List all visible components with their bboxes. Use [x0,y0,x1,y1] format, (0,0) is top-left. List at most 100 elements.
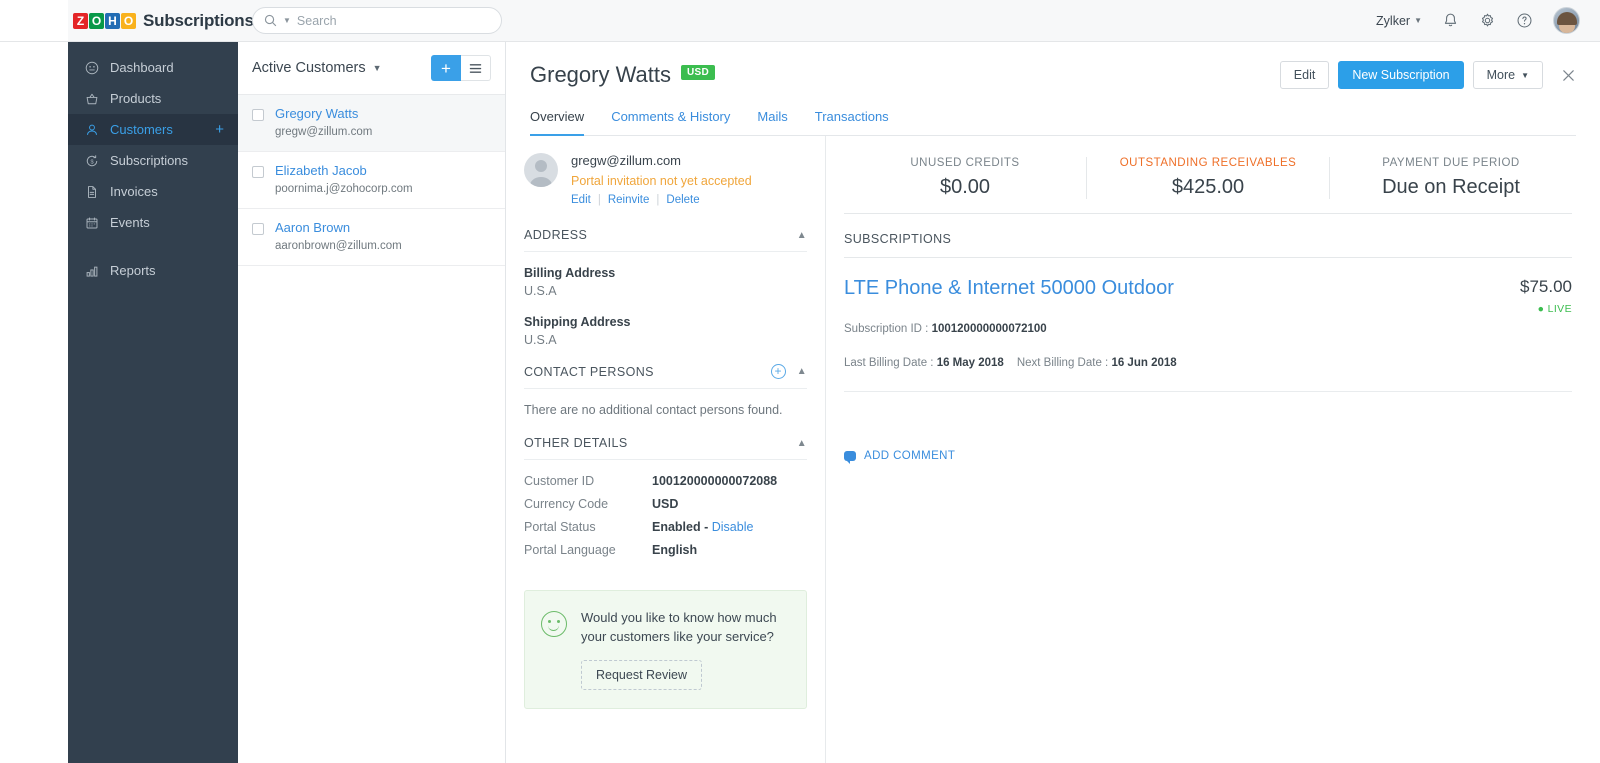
row-checkbox[interactable] [252,223,264,235]
stat-value: $425.00 [1171,176,1245,198]
add-comment-label: ADD COMMENT [864,450,956,462]
customer-filter-dropdown[interactable]: Active Customers ▼ [252,60,382,76]
chevron-up-icon[interactable]: ▲ [797,230,807,241]
search-input[interactable]: ▼ Search [252,7,502,34]
customer-email: gregw@zillum.com [275,126,373,138]
sidebar-item-events[interactable]: Events [68,207,238,238]
request-review-button[interactable]: Request Review [581,659,703,690]
chevron-down-icon: ▼ [1414,16,1422,25]
body-row: Dashboard Products Customers + $ Subscri… [0,42,1600,763]
chevron-up-icon[interactable]: ▲ [797,366,807,377]
gear-icon[interactable] [1479,12,1496,29]
stats-bar: UNUSED CREDITS $0.00 OUTSTANDING RECEIVA… [844,153,1572,213]
sidebar-label-customers: Customers [110,122,173,137]
customer-list-item[interactable]: Elizabeth Jacob poornima.j@zohocorp.com [238,152,505,209]
add-customer-button[interactable]: + [431,55,461,81]
last-billing-label: Last Billing Date : [844,357,937,369]
next-billing-label: Next Billing Date : [1016,357,1112,369]
add-contact-person-icon[interactable]: + [770,364,786,379]
customer-name[interactable]: Aaron Brown [275,220,402,235]
topbar-right: Zylker ▼ [1376,7,1600,34]
row-checkbox[interactable] [252,166,264,178]
avatar[interactable] [1553,7,1580,34]
more-button-label: More [1486,68,1516,82]
logo-letter-h: H [105,12,120,29]
comment-bubble-icon [844,451,856,464]
field-value: Enabled - Disable [652,520,753,534]
basket-icon [84,92,99,106]
chevron-down-icon: ▼ [372,63,382,73]
status-label: LIVE [1547,303,1572,315]
close-button[interactable] [1561,68,1576,83]
tab-mails[interactable]: Mails [757,109,787,136]
add-customer-icon[interactable]: + [215,122,224,137]
customer-name[interactable]: Elizabeth Jacob [275,163,413,178]
org-switcher[interactable]: Zylker ▼ [1376,14,1422,28]
subscription-id-label: Subscription ID : [844,323,932,335]
customer-email: aaronbrown@zillum.com [275,240,402,252]
detail-row-currency-code: Currency Code USD [524,497,807,511]
tab-overview[interactable]: Overview [530,109,585,136]
sidebar-label-dashboard: Dashboard [110,60,174,75]
address-section-title: ADDRESS [524,228,588,242]
new-subscription-button[interactable]: New Subscription [1338,61,1464,89]
stat-value: Due on Receipt [1382,176,1520,198]
close-icon [1563,69,1574,81]
row-checkbox[interactable] [252,109,264,121]
search-scope-caret-icon[interactable]: ▼ [283,16,291,25]
shipping-address-value: U.S.A [524,333,557,347]
tab-transactions[interactable]: Transactions [815,109,889,136]
contact-delete-link[interactable]: Delete [666,194,699,206]
list-view-menu-button[interactable] [461,55,491,81]
detail-header-top: Gregory Watts USD Edit New Subscription … [530,61,1576,89]
brand-logo[interactable]: Z O H O Subscriptions ▾ [68,0,267,41]
left-edge-strip [0,42,68,763]
detail-body: gregw@zillum.com Portal invitation not y… [506,136,1600,763]
tab-comments-history[interactable]: Comments & History [611,109,730,136]
other-details-section-title: OTHER DETAILS [524,436,628,450]
customer-list-item[interactable]: Aaron Brown aaronbrown@zillum.com [238,209,505,266]
chevron-down-icon: ▼ [1521,70,1529,80]
topbar-left-edge [0,0,68,41]
chevron-up-icon[interactable]: ▲ [797,438,807,449]
customer-info: Gregory Watts gregw@zillum.com [275,106,372,138]
contact-edit-link[interactable]: Edit [571,194,591,206]
detail-row-portal-status: Portal Status Enabled - Disable [524,520,807,534]
logo-letter-z: Z [73,12,88,29]
field-value: 100120000000072088 [652,474,778,488]
portal-status-text: Enabled - [652,520,712,534]
contact-avatar [524,153,558,187]
sidebar-item-reports[interactable]: Reports [68,255,238,286]
sidebar-label-events: Events [110,215,150,230]
contact-persons-section-header: CONTACT PERSONS + ▲ [524,364,807,389]
customer-filter-label: Active Customers [252,60,366,76]
portal-disable-link[interactable]: Disable [712,520,754,534]
sidebar-item-invoices[interactable]: Invoices [68,176,238,207]
more-button[interactable]: More ▼ [1472,61,1543,89]
field-value: USD [652,497,679,511]
sidebar-label-subscriptions: Subscriptions [110,153,189,168]
subscription-row: LTE Phone & Internet 50000 Outdoor $75.0… [844,258,1572,392]
bell-icon[interactable] [1442,12,1459,29]
contact-reinvite-link[interactable]: Reinvite [608,194,650,206]
divider: | [597,194,601,206]
customer-info: Elizabeth Jacob poornima.j@zohocorp.com [275,163,413,195]
stat-unused-credits: UNUSED CREDITS $0.00 [844,157,1086,199]
help-icon[interactable] [1516,12,1533,29]
sidebar-item-products[interactable]: Products [68,83,238,114]
sidebar-item-subscriptions[interactable]: $ Subscriptions [68,145,238,176]
sidebar-label-invoices: Invoices [110,184,158,199]
edit-button[interactable]: Edit [1279,61,1330,89]
sidebar-item-dashboard[interactable]: Dashboard [68,52,238,83]
contact-email: gregw@zillum.com [571,153,681,168]
calendar-icon [84,216,99,230]
billing-address-value: U.S.A [524,284,557,298]
customer-list-item[interactable]: Gregory Watts gregw@zillum.com [238,95,505,152]
add-comment-button[interactable]: ADD COMMENT [844,450,1572,464]
subscription-name[interactable]: LTE Phone & Internet 50000 Outdoor [844,277,1174,300]
sidebar-item-customers[interactable]: Customers + [68,114,238,145]
sidebar-label-products: Products [110,91,162,106]
detail-tabs: Overview Comments & History Mails Transa… [530,109,1576,136]
zoho-logo-icon: Z O H O [73,12,136,29]
customer-name[interactable]: Gregory Watts [275,106,372,121]
